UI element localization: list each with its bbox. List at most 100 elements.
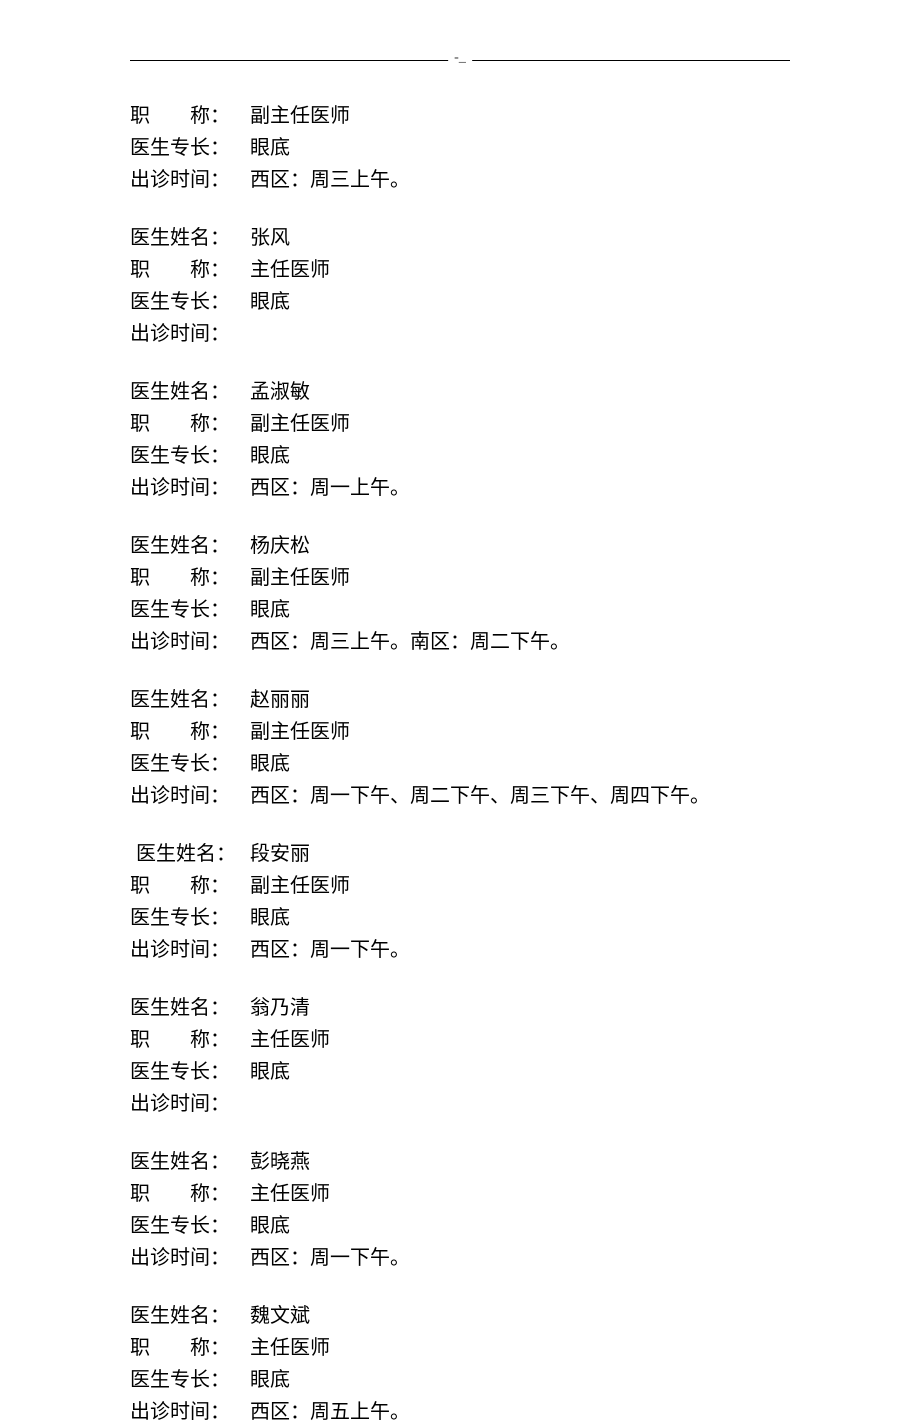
value-schedule — [250, 1089, 790, 1119]
label-name: 医生姓名： — [130, 993, 250, 1023]
row-name: 医生姓名：张风 — [130, 223, 790, 253]
row-name: 医生姓名：魏文斌 — [130, 1301, 790, 1331]
row-schedule: 出诊时间：西区：周三上午。南区：周二下午。 — [130, 627, 790, 657]
label-specialty: 医生专长： — [130, 133, 250, 163]
value-name: 赵丽丽 — [250, 685, 790, 715]
value-name: 翁乃清 — [250, 993, 790, 1023]
label-schedule: 出诊时间： — [130, 473, 250, 503]
label-specialty: 医生专长： — [130, 1057, 250, 1087]
doctor-block: 医生姓名：杨庆松职 称：副主任医师医生专长：眼底出诊时间：西区：周三上午。南区：… — [130, 531, 790, 657]
row-title: 职 称： 副主任医师 — [130, 101, 790, 131]
value-specialty: 眼底 — [250, 1365, 790, 1395]
row-specialty: 医生专长：眼底 — [130, 441, 790, 471]
label-title: 职 称： — [130, 871, 250, 901]
label-specialty: 医生专长： — [130, 287, 250, 317]
row-title: 职 称：副主任医师 — [130, 717, 790, 747]
value-title: 副主任医师 — [250, 717, 790, 747]
row-specialty: 医生专长：眼底 — [130, 595, 790, 625]
value-specialty: 眼底 — [250, 287, 790, 317]
value-specialty: 眼底 — [250, 903, 790, 933]
label-specialty: 医生专长： — [130, 749, 250, 779]
label-specialty: 医生专长： — [130, 441, 250, 471]
value-specialty: 眼底 — [250, 1057, 790, 1087]
value-name: 张风 — [250, 223, 790, 253]
doctor-block: 医生姓名：段安丽职 称：副主任医师医生专长：眼底出诊时间：西区：周一下午。 — [130, 839, 790, 965]
row-name: 医生姓名：赵丽丽 — [130, 685, 790, 715]
row-specialty: 医生专长：眼底 — [130, 1057, 790, 1087]
label-schedule: 出诊时间： — [130, 319, 250, 349]
row-title: 职 称：主任医师 — [130, 1179, 790, 1209]
value-name: 魏文斌 — [250, 1301, 790, 1331]
label-title: 职 称： — [130, 255, 250, 285]
value-schedule — [250, 319, 790, 349]
row-schedule: 出诊时间：西区：周一下午。 — [130, 935, 790, 965]
row-schedule: 出诊时间： — [130, 319, 790, 349]
row-name: 医生姓名：杨庆松 — [130, 531, 790, 561]
row-title: 职 称：副主任医师 — [130, 871, 790, 901]
header-divider: -_ — [130, 60, 790, 61]
row-specialty: 医生专长：眼底 — [130, 903, 790, 933]
row-specialty: 医生专长：眼底 — [130, 749, 790, 779]
row-name: 医生姓名：翁乃清 — [130, 993, 790, 1023]
value-specialty: 眼底 — [250, 595, 790, 625]
label-title: 职 称： — [130, 1025, 250, 1055]
row-name: 医生姓名：彭晓燕 — [130, 1147, 790, 1177]
value-specialty: 眼底 — [250, 749, 790, 779]
label-specialty: 医生专长： — [130, 1211, 250, 1241]
row-specialty: 医生专长： 眼底 — [130, 133, 790, 163]
row-schedule: 出诊时间： 西区：周三上午。 — [130, 165, 790, 195]
value-title: 主任医师 — [250, 1333, 790, 1363]
label-schedule: 出诊时间： — [130, 1243, 250, 1273]
label-title: 职 称： — [130, 563, 250, 593]
row-schedule: 出诊时间：西区：周五上午。 — [130, 1397, 790, 1427]
doctor-block: 医生姓名：彭晓燕职 称：主任医师医生专长：眼底出诊时间：西区：周一下午。 — [130, 1147, 790, 1273]
value-schedule: 西区：周三上午。 — [250, 165, 790, 195]
label-schedule: 出诊时间： — [130, 627, 250, 657]
value-name: 彭晓燕 — [250, 1147, 790, 1177]
row-title: 职 称：副主任医师 — [130, 409, 790, 439]
row-specialty: 医生专长：眼底 — [130, 1211, 790, 1241]
row-schedule: 出诊时间：西区：周一下午、周二下午、周三下午、周四下午。 — [130, 781, 790, 811]
value-schedule: 西区：周三上午。南区：周二下午。 — [250, 627, 790, 657]
label-specialty: 医生专长： — [130, 595, 250, 625]
label-name: 医生姓名： — [130, 1301, 250, 1331]
label-name: 医生姓名： — [130, 531, 250, 561]
header-mark: -_ — [448, 47, 472, 68]
label-title: 职 称： — [130, 717, 250, 747]
value-specialty: 眼底 — [250, 441, 790, 471]
row-schedule: 出诊时间：西区：周一上午。 — [130, 473, 790, 503]
label-schedule: 出诊时间： — [130, 1397, 250, 1427]
value-title: 副主任医师 — [250, 101, 790, 131]
label-name: 医生姓名： — [130, 223, 250, 253]
value-schedule: 西区：周一下午。 — [250, 935, 790, 965]
value-title: 副主任医师 — [250, 871, 790, 901]
row-title: 职 称：主任医师 — [130, 1333, 790, 1363]
doctor-block: 医生姓名：魏文斌职 称：主任医师医生专长：眼底出诊时间：西区：周五上午。 — [130, 1301, 790, 1427]
value-name: 段安丽 — [250, 839, 790, 869]
label-schedule: 出诊时间： — [130, 165, 250, 195]
row-title: 职 称：副主任医师 — [130, 563, 790, 593]
doctors-list: 医生姓名：张风职 称：主任医师医生专长：眼底出诊时间：医生姓名：孟淑敏职 称：副… — [130, 223, 790, 1427]
row-name: 医生姓名：孟淑敏 — [130, 377, 790, 407]
value-name: 孟淑敏 — [250, 377, 790, 407]
row-specialty: 医生专长：眼底 — [130, 287, 790, 317]
value-title: 主任医师 — [250, 255, 790, 285]
row-specialty: 医生专长：眼底 — [130, 1365, 790, 1395]
value-title: 副主任医师 — [250, 563, 790, 593]
label-name: 医生姓名： — [136, 839, 250, 869]
row-schedule: 出诊时间：西区：周一下午。 — [130, 1243, 790, 1273]
value-name: 杨庆松 — [250, 531, 790, 561]
row-title: 职 称：主任医师 — [130, 1025, 790, 1055]
label-specialty: 医生专长： — [130, 903, 250, 933]
label-specialty: 医生专长： — [130, 1365, 250, 1395]
value-schedule: 西区：周五上午。 — [250, 1397, 790, 1427]
value-schedule: 西区：周一下午。 — [250, 1243, 790, 1273]
value-schedule: 西区：周一下午、周二下午、周三下午、周四下午。 — [250, 781, 790, 811]
doctor-block: 医生姓名：翁乃清职 称：主任医师医生专长：眼底出诊时间： — [130, 993, 790, 1119]
label-title: 职 称： — [130, 101, 250, 131]
row-name: 医生姓名：段安丽 — [130, 839, 790, 869]
value-schedule: 西区：周一上午。 — [250, 473, 790, 503]
doctor-block: 医生姓名：张风职 称：主任医师医生专长：眼底出诊时间： — [130, 223, 790, 349]
label-schedule: 出诊时间： — [130, 935, 250, 965]
label-title: 职 称： — [130, 409, 250, 439]
